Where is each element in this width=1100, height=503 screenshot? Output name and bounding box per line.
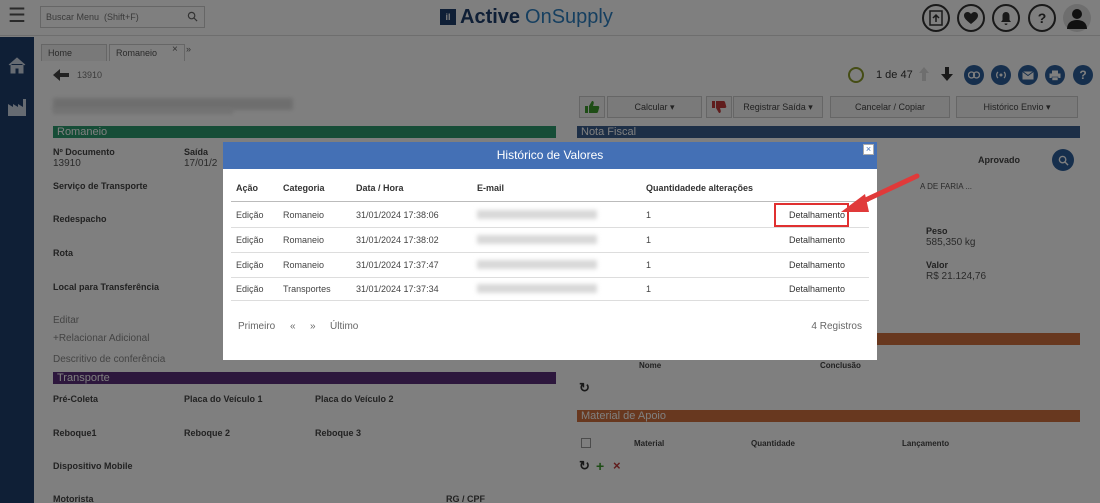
- row-data: 31/01/2024 17:38:06: [356, 210, 439, 220]
- row-data: 31/01/2024 17:37:47: [356, 260, 439, 270]
- col-email: E-mail: [477, 183, 505, 193]
- row-divider: [231, 300, 869, 301]
- pagination-last[interactable]: Último: [330, 321, 358, 332]
- row-email-blurred: [477, 210, 597, 219]
- col-data-hora: Data / Hora: [356, 183, 404, 193]
- col-acao: Ação: [236, 183, 259, 193]
- row-detalhamento-link[interactable]: Detalhamento: [789, 235, 845, 245]
- pagination-prev[interactable]: «: [290, 321, 296, 332]
- row-categoria: Transportes: [283, 284, 331, 294]
- pagination-first[interactable]: Primeiro: [238, 321, 275, 332]
- historico-valores-modal: Histórico de Valores × Ação Categoria Da…: [223, 142, 877, 360]
- row-acao: Edição: [236, 235, 264, 245]
- pagination-next[interactable]: »: [310, 321, 316, 332]
- row-email-blurred: [477, 260, 597, 269]
- row-qtd: 1: [646, 284, 652, 294]
- row-categoria: Romaneio: [283, 260, 325, 270]
- row-qtd: 1: [646, 210, 652, 220]
- col-quantidade: Quantidadede alterações: [646, 183, 754, 193]
- row-categoria: Romaneio: [283, 210, 325, 220]
- row-acao: Edição: [236, 210, 264, 220]
- row-detalhamento-link[interactable]: Detalhamento: [789, 260, 845, 270]
- modal-title: Histórico de Valores: [223, 142, 877, 169]
- row-detalhamento-link[interactable]: Detalhamento: [789, 284, 845, 294]
- annotation-arrow-icon: [841, 173, 920, 212]
- row-qtd: 1: [646, 235, 652, 245]
- col-categoria: Categoria: [283, 183, 325, 193]
- row-data: 31/01/2024 17:37:34: [356, 284, 439, 294]
- header-divider: [231, 201, 869, 202]
- row-data: 31/01/2024 17:38:02: [356, 235, 439, 245]
- row-divider: [231, 227, 869, 228]
- row-email-blurred: [477, 235, 597, 244]
- row-acao: Edição: [236, 260, 264, 270]
- row-categoria: Romaneio: [283, 235, 325, 245]
- row-qtd: 1: [646, 260, 652, 270]
- row-divider: [231, 252, 869, 253]
- row-acao: Edição: [236, 284, 264, 294]
- row-email-blurred: [477, 284, 597, 293]
- modal-close-icon[interactable]: ×: [863, 144, 874, 155]
- record-count: 4 Registros: [811, 321, 862, 332]
- row-divider: [231, 277, 869, 278]
